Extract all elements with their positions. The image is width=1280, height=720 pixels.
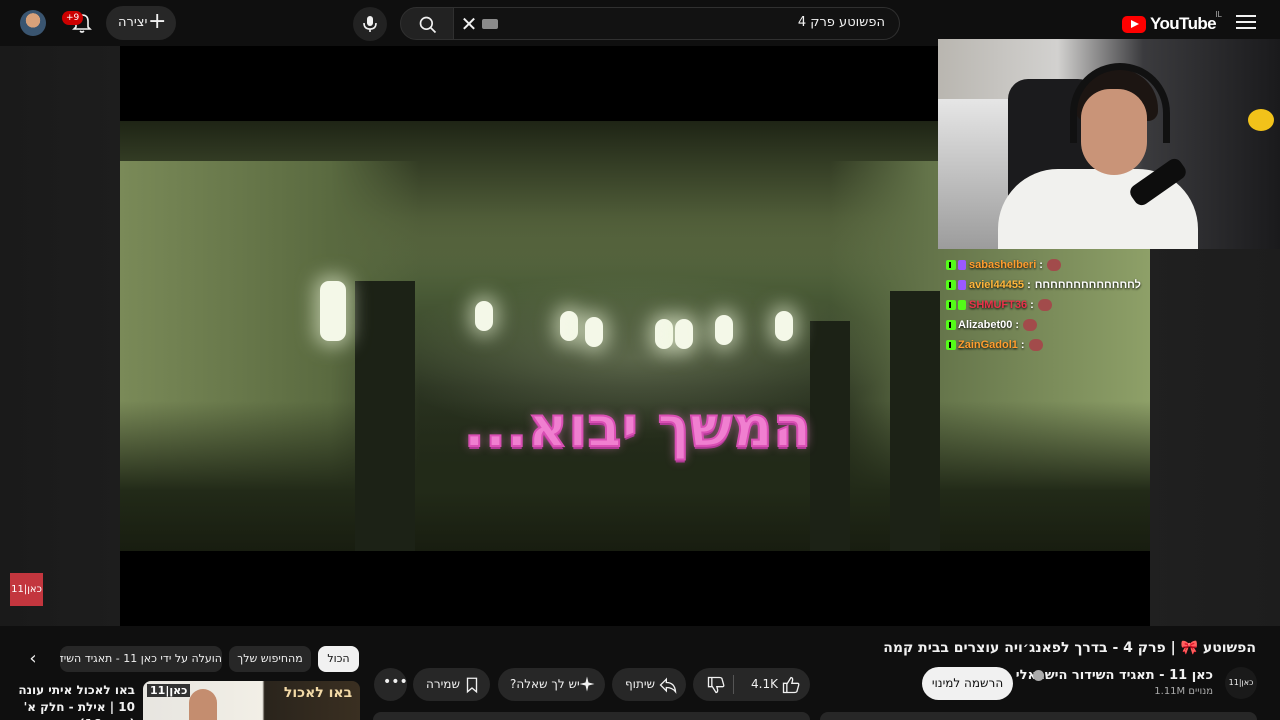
chip-from-search[interactable]: מהחיפוש שלך <box>229 646 311 672</box>
like-icon[interactable] <box>781 675 801 698</box>
logo-text: YouTube <box>1150 14 1217 33</box>
verified-icon <box>1033 670 1044 681</box>
kick-badge-icon <box>946 280 956 290</box>
share-icon <box>658 675 678 698</box>
account-avatar[interactable] <box>20 10 46 36</box>
chevron-left-icon[interactable]: ‹ <box>22 648 44 670</box>
channel-name[interactable]: כאן 11 - תאגיד השידור הישראלי <box>1016 668 1213 683</box>
chip-all[interactable]: הכול <box>318 646 359 672</box>
sparkle-icon <box>578 675 596 696</box>
like-count[interactable]: 4.1K <box>751 677 778 691</box>
clear-search-button[interactable]: ✕ <box>458 13 480 35</box>
share-label: שיתוף <box>625 677 656 691</box>
chat-username: Alizabet00 <box>958 319 1013 331</box>
ask-label: יש לך שאלה? <box>510 677 580 691</box>
kick-badge-icon <box>946 300 956 310</box>
like-dislike-group: 4.1K <box>693 668 810 701</box>
subscriber-badge-icon <box>958 260 966 270</box>
subscribe-button[interactable]: הרשמה למינוי <box>922 667 1013 700</box>
plus-icon: + <box>148 9 167 34</box>
chat-message: Alizabet00: <box>946 315 1146 335</box>
chat-emote-icon <box>1023 319 1038 331</box>
subscriber-count: 1.11M מנויים <box>1154 686 1213 697</box>
voice-search-button[interactable] <box>353 7 387 41</box>
chat-username: aviel44455 <box>969 279 1025 291</box>
share-button[interactable]: שיתוף <box>612 668 686 701</box>
subscriber-badge-icon <box>958 280 966 290</box>
search-button[interactable] <box>400 7 454 40</box>
create-label: יצירה <box>118 15 148 30</box>
thumb-brand: באו לאכול <box>283 685 353 701</box>
description-box-edge <box>373 712 810 720</box>
ask-button[interactable]: יש לך שאלה? <box>498 668 605 701</box>
keyboard-icon[interactable] <box>482 19 498 29</box>
search-input[interactable]: הפשוטע פרק 4 <box>798 15 885 30</box>
chip-uploaded-by-channel[interactable]: הועלה על ידי כאן 11 - תאגיד השידור <box>60 646 222 672</box>
more-icon: ••• <box>383 674 408 690</box>
recommendation-title[interactable]: באו לאכול איתי עונה 10 | אילת - חלק א' (… <box>15 682 135 720</box>
search-icon <box>419 16 437 34</box>
channel-avatar[interactable]: כאן|11 <box>1225 667 1257 699</box>
country-code: IL <box>1215 10 1222 19</box>
comments-box-edge <box>820 712 1257 720</box>
create-button[interactable]: + יצירה <box>106 6 176 40</box>
chat-message: aviel44455: לחחחחחחחחחחחחח <box>946 275 1146 295</box>
youtube-play-icon <box>1122 15 1146 33</box>
stream-chat: sabashelberi: aviel44455: לחחחחחחחחחחחחח SH… <box>946 255 1146 355</box>
notification-count-badge: +9 <box>62 11 84 25</box>
dislike-icon[interactable] <box>706 675 726 698</box>
more-actions-button[interactable]: ••• <box>374 668 408 701</box>
thumb-channel-logo: כאן|11 <box>147 684 191 697</box>
search-box[interactable]: הפשוטע פרק 4 ✕ <box>454 7 900 40</box>
recommendation-thumbnail[interactable]: כאן|11 באו לאכול <box>143 681 360 720</box>
save-button[interactable]: שמירה <box>413 668 490 701</box>
video-title: הפשוטע 🎀 | פרק 4 - בדרך לפאנג׳ויה עוצרים… <box>883 640 1256 656</box>
chat-message: ZainGadol1: <box>946 335 1146 355</box>
chat-username: ZainGadol1 <box>958 339 1018 351</box>
chat-username: sabashelberi <box>969 259 1037 271</box>
chat-message: sabashelberi: <box>946 255 1146 275</box>
kick-badge-icon <box>946 320 956 330</box>
channel-watermark[interactable]: כאן|11 <box>10 573 43 606</box>
chat-username: SHMUFT36 <box>969 299 1028 311</box>
chat-emote-icon <box>1037 299 1052 311</box>
chat-text: לחחחחחחחחחחחחח <box>1034 279 1141 291</box>
streamer-webcam <box>938 39 1280 249</box>
youtube-logo[interactable]: YouTube <box>1122 14 1217 34</box>
video-overlay-caption: המשך יבוא... <box>463 394 813 461</box>
chat-emote-icon <box>1028 339 1043 351</box>
chat-emote-icon <box>1046 259 1061 271</box>
microphone-icon <box>363 16 377 32</box>
hamburger-menu-icon[interactable] <box>1236 12 1256 32</box>
chat-message: SHMUFT36: <box>946 295 1146 315</box>
save-label: שמירה <box>426 677 460 691</box>
kick-badge-icon <box>946 340 956 350</box>
kick-badge-icon <box>946 260 956 270</box>
subscriber-badge-icon <box>958 300 966 310</box>
bookmark-icon <box>463 675 481 698</box>
